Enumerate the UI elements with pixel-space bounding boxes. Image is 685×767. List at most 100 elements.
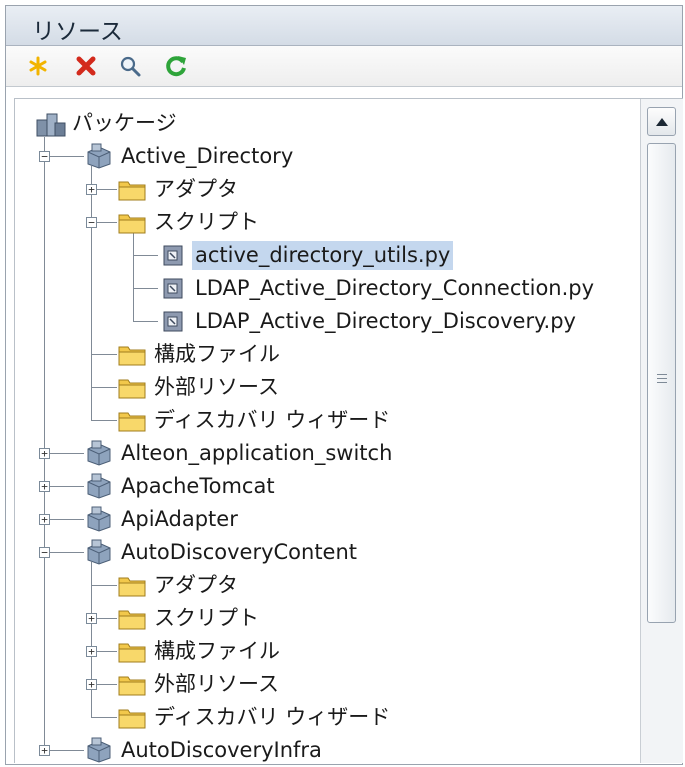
tree-item-label: アダプタ <box>154 572 238 597</box>
folder-icon <box>117 407 147 433</box>
folder-icon <box>117 704 147 730</box>
delete-button[interactable] <box>72 52 100 80</box>
magnifier-icon <box>120 56 141 77</box>
refresh-button[interactable] <box>162 52 190 80</box>
collapse-toggle[interactable]: − <box>39 151 50 162</box>
grip-icon <box>648 144 675 622</box>
tree-package-item[interactable]: ApiAdapter <box>84 503 241 535</box>
expand-toggle[interactable]: + <box>39 481 50 492</box>
tree-connector <box>91 585 117 586</box>
tree-package-item[interactable]: Active_Directory <box>84 140 296 172</box>
tree-item-label: LDAP_Active_Directory_Connection.py <box>195 275 595 300</box>
tree-connector <box>133 232 134 321</box>
vertical-scrollbar[interactable] <box>640 99 683 763</box>
collapse-toggle[interactable]: − <box>39 547 50 558</box>
package-icon <box>84 539 114 565</box>
asterisk-icon <box>29 56 47 76</box>
python-script-icon <box>158 242 188 268</box>
tree-item-label: LDAP_Active_Directory_Discovery.py <box>195 308 576 333</box>
tree-folder-item[interactable]: 外部リソース <box>117 668 282 700</box>
expand-toggle[interactable]: + <box>39 745 50 756</box>
tree-folder-item[interactable]: ディスカバリ ウィザード <box>117 701 393 733</box>
expand-toggle[interactable]: + <box>86 646 97 657</box>
resources-panel: リソース パッケージ Active_Directory − アダプタ + スクリ… <box>5 5 683 765</box>
tree-item-label: ディスカバリ ウィザード <box>154 704 391 729</box>
tree-item-label: AutoDiscoveryInfra <box>121 737 322 762</box>
folder-icon <box>117 176 147 202</box>
tree-area: パッケージ Active_Directory − アダプタ + スクリプト − act… <box>14 98 683 763</box>
tree-item-label: AutoDiscoveryContent <box>121 539 358 564</box>
tree-folder-item[interactable]: 外部リソース <box>117 371 282 403</box>
python-script-icon <box>158 308 188 334</box>
package-icon <box>84 506 114 532</box>
panel-titlebar: リソース <box>6 6 682 46</box>
tree-connector <box>44 156 84 157</box>
tree-item-label: Active_Directory <box>121 143 294 168</box>
tree-package-item[interactable]: ApacheTomcat <box>84 470 278 502</box>
tree-connector <box>91 717 117 718</box>
new-button[interactable] <box>24 52 52 80</box>
panel-title: リソース <box>32 19 123 45</box>
tree-connector <box>91 420 117 421</box>
tree-package-item[interactable]: Alteon_application_switch <box>84 437 395 469</box>
folder-icon <box>117 605 147 631</box>
scroll-thumb[interactable] <box>647 143 676 623</box>
tree-folder-item[interactable]: 構成ファイル <box>117 338 283 370</box>
tree-file-item[interactable]: LDAP_Active_Directory_Discovery.py <box>158 305 579 337</box>
scroll-up-button[interactable] <box>647 107 676 136</box>
expand-toggle[interactable]: + <box>39 448 50 459</box>
tree-folder-item[interactable]: スクリプト <box>117 206 262 238</box>
tree-item-label-selected: active_directory_utils.py <box>192 240 454 270</box>
package-tree: パッケージ Active_Directory − アダプタ + スクリプト − act… <box>15 99 640 763</box>
tree-connector <box>44 552 84 553</box>
tree-item-label: 外部リソース <box>154 374 279 399</box>
package-icon <box>84 143 114 169</box>
folder-icon <box>117 572 147 598</box>
tree-connector <box>44 750 84 751</box>
tree-folder-item[interactable]: ディスカバリ ウィザード <box>117 404 393 436</box>
folder-icon <box>117 374 147 400</box>
tree-package-item[interactable]: AutoDiscoveryInfra <box>84 734 325 763</box>
tree-item-label: 構成ファイル <box>154 638 280 663</box>
folder-icon <box>117 209 147 235</box>
tree-item-label: 外部リソース <box>154 671 279 696</box>
expand-toggle[interactable]: + <box>86 679 97 690</box>
tree-connector <box>133 321 158 322</box>
tree-package-item[interactable]: AutoDiscoveryContent <box>84 536 360 568</box>
expand-toggle[interactable]: + <box>39 514 50 525</box>
package-icon <box>84 473 114 499</box>
tree-connector <box>44 486 84 487</box>
tree-item-label: パッケージ <box>72 110 177 135</box>
tree-folder-item[interactable]: アダプタ <box>117 569 241 601</box>
toolbar <box>6 46 682 87</box>
tree-item-label: スクリプト <box>154 605 259 630</box>
package-icon <box>84 440 114 466</box>
tree-connector <box>91 387 117 388</box>
tree-connector <box>44 137 45 750</box>
tree-folder-item[interactable]: アダプタ <box>117 173 241 205</box>
package-icon <box>84 737 114 763</box>
tree-folder-item[interactable]: スクリプト <box>117 602 262 634</box>
tree-connector <box>91 166 92 420</box>
tree-connector <box>44 519 84 520</box>
tree-connector <box>91 354 117 355</box>
tree-connector <box>44 453 84 454</box>
expand-toggle[interactable]: + <box>86 184 97 195</box>
tree-file-item[interactable]: LDAP_Active_Directory_Connection.py <box>158 272 597 304</box>
tree-item-label: アダプタ <box>154 176 238 201</box>
expand-toggle[interactable]: + <box>86 613 97 624</box>
tree-item-label: ApacheTomcat <box>121 473 275 498</box>
tree-folder-item[interactable]: 構成ファイル <box>117 635 283 667</box>
x-icon <box>76 56 96 76</box>
tree-file-item[interactable]: active_directory_utils.py <box>158 239 454 271</box>
tree-item-label: 構成ファイル <box>154 341 280 366</box>
folder-icon <box>117 671 147 697</box>
folder-icon <box>117 341 147 367</box>
collapse-toggle[interactable]: − <box>86 217 97 228</box>
tree-connector <box>133 288 158 289</box>
tree-connector <box>133 255 158 256</box>
folder-icon <box>117 638 147 664</box>
tree-root[interactable]: パッケージ <box>35 107 180 139</box>
refresh-icon <box>166 56 186 77</box>
search-button[interactable] <box>116 52 144 80</box>
